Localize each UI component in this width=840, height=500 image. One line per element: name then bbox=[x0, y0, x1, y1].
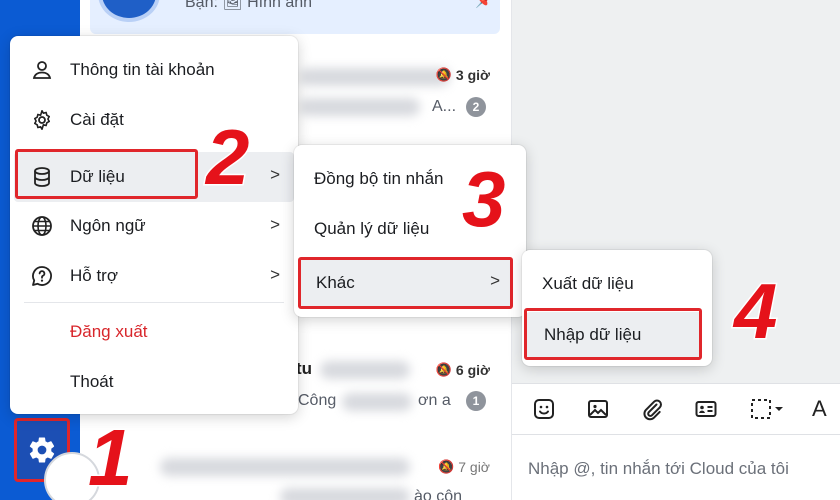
preview-blurred bbox=[300, 98, 420, 116]
conversation-preview-tail: ơn a bbox=[418, 392, 451, 409]
conversation-time: 🔕 7 giờ bbox=[438, 459, 490, 475]
conversation-preview: Công bbox=[298, 392, 337, 409]
mute-icon: 🔕 bbox=[435, 67, 452, 82]
contact-name-blurred bbox=[320, 361, 410, 379]
menu-item-exit[interactable]: Thoát bbox=[10, 360, 298, 404]
contact-card-icon[interactable] bbox=[690, 393, 722, 425]
preview-blurred bbox=[342, 393, 412, 411]
step-number-2: 2 bbox=[204, 113, 250, 201]
pin-icon: 📌 bbox=[475, 0, 494, 9]
chat-toolbar: A bbox=[512, 383, 840, 435]
contact-name: tu bbox=[296, 359, 313, 378]
conversation-time: 🔕 6 giờ bbox=[435, 362, 490, 378]
sticker-icon[interactable] bbox=[528, 393, 560, 425]
contact-name-blurred bbox=[160, 458, 410, 476]
conversation-preview: Bạn: 🖼 Hình ảnh bbox=[185, 0, 313, 11]
menu-item-export-data[interactable]: Xuất dữ liệu bbox=[522, 262, 712, 306]
contact-name-blurred bbox=[300, 68, 450, 86]
menu-item-support[interactable]: Hỗ trợ > bbox=[10, 254, 298, 298]
step-number-4: 4 bbox=[732, 267, 778, 355]
list-item[interactable]: 🔕 7 giờ ào côn bbox=[80, 448, 512, 500]
conversation-preview: ào côn bbox=[414, 488, 463, 500]
menu-item-account-info[interactable]: Thông tin tài khoản bbox=[10, 48, 298, 92]
menu-item-logout[interactable]: Đăng xuất bbox=[10, 310, 298, 354]
settings-menu: Thông tin tài khoản Cài đặt Dữ liệu > Ng… bbox=[10, 36, 298, 414]
unread-badge: 2 bbox=[466, 97, 486, 117]
menu-divider bbox=[24, 302, 284, 303]
mute-icon: 🔕 bbox=[438, 459, 455, 474]
menu-item-settings[interactable]: Cài đặt bbox=[10, 98, 298, 142]
help-icon bbox=[32, 266, 52, 286]
highlight-import-item bbox=[524, 308, 702, 360]
highlight-other-item bbox=[298, 257, 513, 309]
gear-icon bbox=[34, 110, 50, 130]
screenshot-icon[interactable] bbox=[744, 393, 790, 425]
image-icon[interactable] bbox=[582, 393, 614, 425]
step-number-1: 1 bbox=[87, 413, 134, 500]
step-number-3: 3 bbox=[460, 155, 506, 243]
chevron-right-icon: > bbox=[270, 265, 280, 284]
attachment-icon[interactable] bbox=[636, 393, 668, 425]
globe-icon bbox=[32, 216, 52, 236]
conversation-preview: A... bbox=[432, 98, 457, 115]
chevron-right-icon: > bbox=[270, 165, 280, 184]
message-input[interactable]: Nhập @, tin nhắn tới Cloud của tôi bbox=[512, 435, 840, 500]
mute-icon: 🔕 bbox=[435, 362, 452, 377]
chevron-right-icon: > bbox=[270, 215, 280, 234]
user-icon bbox=[32, 61, 52, 79]
text-format-icon[interactable]: A bbox=[812, 393, 830, 425]
highlight-data-item bbox=[15, 149, 198, 199]
preview-blurred bbox=[280, 488, 410, 500]
unread-badge: 1 bbox=[466, 391, 486, 411]
menu-item-language[interactable]: Ngôn ngữ > bbox=[10, 204, 298, 248]
conversation-time: 🔕 3 giờ bbox=[435, 67, 490, 83]
